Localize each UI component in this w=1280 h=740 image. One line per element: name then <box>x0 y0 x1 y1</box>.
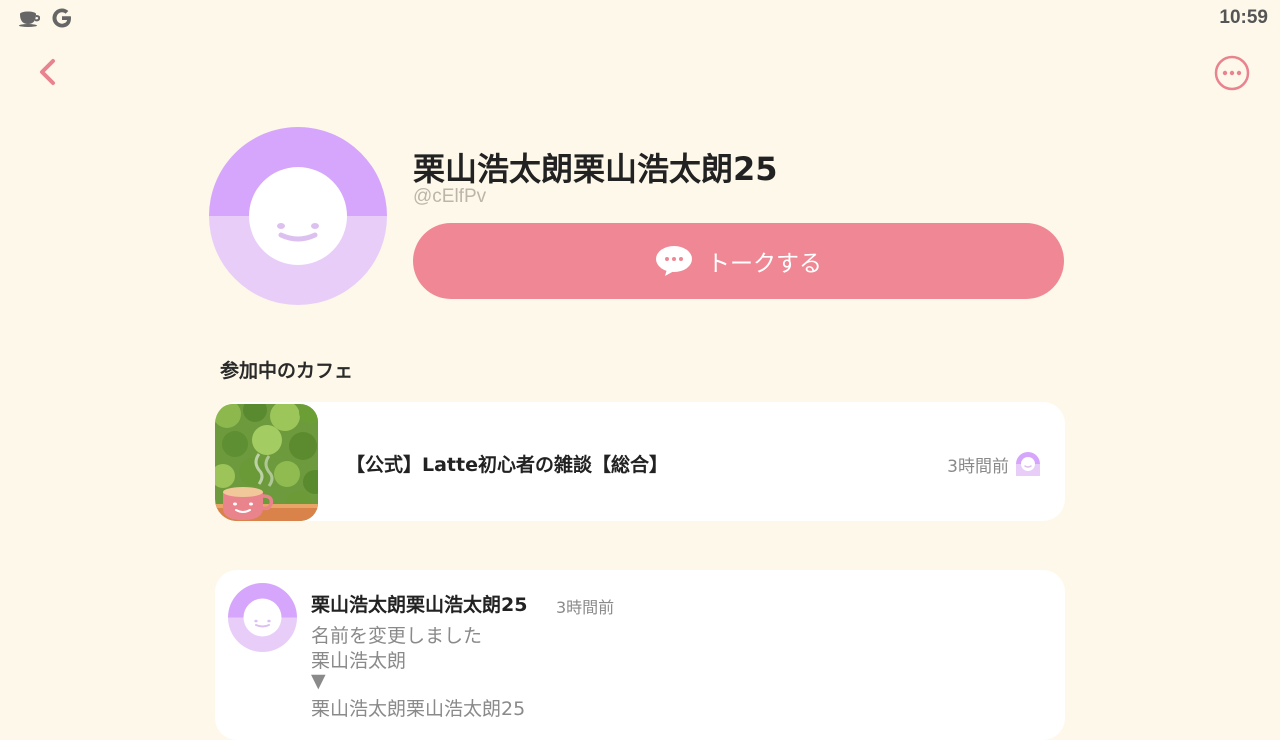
activity-card: 栗山浩太朗栗山浩太朗25 3時間前 名前を変更しました 栗山浩太朗 ▼ 栗山浩太… <box>215 570 1065 740</box>
smiley-mini-icon <box>1016 452 1040 476</box>
activity-username: 栗山浩太朗栗山浩太朗25 <box>311 594 528 616</box>
profile-avatar <box>209 127 387 305</box>
more-horizontal-circle-icon <box>1214 55 1250 91</box>
talk-button-label: トークする <box>707 251 822 277</box>
cafes-section-title: 参加中のカフェ <box>220 360 354 382</box>
smiley-face-avatar-icon <box>228 583 297 652</box>
cafe-list-item[interactable]: 【公式】Latte初心者の雑談【総合】 3時間前 <box>215 402 1065 521</box>
activity-arrow: ▼ <box>311 670 326 692</box>
talk-button[interactable]: トークする <box>413 223 1064 299</box>
back-button[interactable] <box>32 55 66 89</box>
more-options-button[interactable] <box>1214 55 1250 91</box>
google-icon <box>52 8 71 28</box>
profile-handle: @cElfPv <box>413 186 487 207</box>
activity-new-name: 栗山浩太朗栗山浩太朗25 <box>311 698 526 720</box>
profile-name: 栗山浩太朗栗山浩太朗25 <box>413 150 778 188</box>
activity-old-name: 栗山浩太朗 <box>311 650 407 672</box>
activity-time: 3時間前 <box>556 598 615 617</box>
coffee-cup-icon <box>19 11 40 27</box>
cafe-time: 3時間前 <box>947 457 1009 477</box>
latte-cup-thumbnail <box>215 404 318 521</box>
status-icons <box>18 6 74 30</box>
chevron-left-icon <box>40 59 55 85</box>
activity-message: 名前を変更しました <box>311 625 483 647</box>
status-time: 10:59 <box>1219 7 1268 28</box>
smiley-face-avatar-icon <box>209 127 387 305</box>
chat-bubble-icon <box>656 246 692 276</box>
cafe-name: 【公式】Latte初心者の雑談【総合】 <box>346 454 668 476</box>
